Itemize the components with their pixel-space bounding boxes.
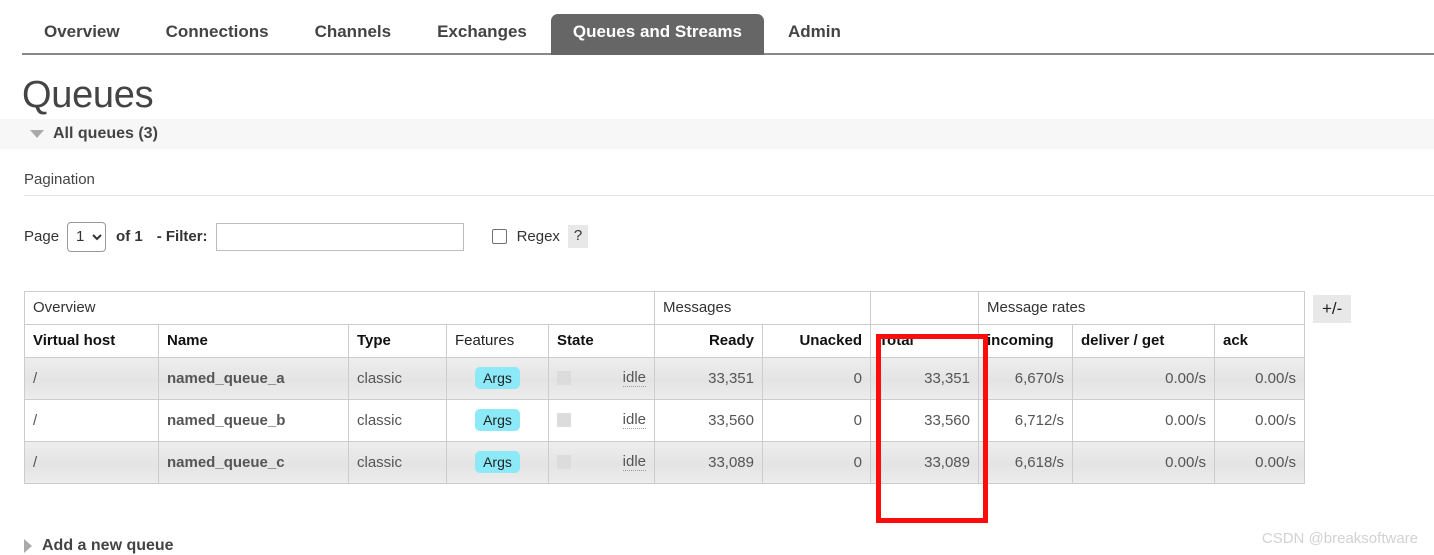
column-header-state[interactable]: State <box>548 323 655 358</box>
args-badge[interactable]: Args <box>475 367 520 390</box>
state-label: idle <box>622 369 646 388</box>
all-queues-label: All queues (3) <box>53 124 158 142</box>
cell-features: Args <box>446 440 549 484</box>
page-title: Queues <box>22 74 154 116</box>
cell-total: 33,089 <box>870 440 979 484</box>
queues-table-body: / named_queue_a classic Args idle 33,351… <box>24 356 1305 484</box>
cell-type: classic <box>348 440 447 484</box>
caret-right-icon <box>24 539 32 553</box>
cell-deliver-get: 0.00/s <box>1072 440 1215 484</box>
pagination-controls: Page 1 of 1 - Filter: Regex ? <box>24 215 1434 259</box>
cell-unacked: 0 <box>762 440 871 484</box>
cell-total: 33,351 <box>870 356 979 400</box>
column-header-features: Features <box>446 323 549 358</box>
nav-tab-overview[interactable]: Overview <box>22 14 142 53</box>
cell-incoming: 6,712/s <box>978 398 1073 442</box>
group-header-messages: Messages <box>654 290 871 325</box>
cell-incoming: 6,618/s <box>978 440 1073 484</box>
column-header-name[interactable]: Name <box>158 323 349 358</box>
nav-active-tab-gap <box>550 53 764 55</box>
cell-virtual-host: / <box>24 440 159 484</box>
cell-features: Args <box>446 356 549 400</box>
cell-ready: 33,089 <box>654 440 763 484</box>
nav-tab-admin[interactable]: Admin <box>766 14 863 53</box>
queues-table: Overview Messages Message rates Virtual … <box>24 290 1305 484</box>
page-label: Page <box>24 228 60 246</box>
all-queues-section-toggle[interactable]: All queues (3) <box>0 118 1434 149</box>
nav-tab-list: Overview Connections Channels Exchanges … <box>22 0 1434 53</box>
regex-help-button[interactable]: ? <box>567 225 589 249</box>
pagination-title: Pagination <box>24 170 95 188</box>
watermark: CSDN @breaksoftware <box>1261 530 1418 547</box>
table-row[interactable]: / named_queue_c classic Args idle 33,089… <box>24 440 1305 484</box>
group-header-message-rates: Message rates <box>978 290 1305 325</box>
table-group-header-row: Overview Messages Message rates <box>24 290 1305 325</box>
state-label: idle <box>622 453 646 472</box>
column-header-virtual-host[interactable]: Virtual host <box>24 323 159 358</box>
cell-virtual-host: / <box>24 398 159 442</box>
state-label: idle <box>622 411 646 430</box>
caret-down-icon <box>30 129 44 138</box>
toggle-columns-button[interactable]: +/- <box>1313 294 1352 324</box>
filter-label: - Filter: <box>156 228 208 246</box>
state-indicator-icon <box>557 413 571 428</box>
cell-deliver-get: 0.00/s <box>1072 356 1215 400</box>
page-of-label: of 1 <box>116 228 143 246</box>
cell-type: classic <box>348 398 447 442</box>
queues-table-area: Overview Messages Message rates Virtual … <box>24 290 1434 484</box>
cell-unacked: 0 <box>762 398 871 442</box>
args-badge[interactable]: Args <box>475 451 520 474</box>
cell-ready: 33,560 <box>654 398 763 442</box>
cell-type: classic <box>348 356 447 400</box>
cell-queue-name[interactable]: named_queue_c <box>158 440 349 484</box>
cell-state: idle <box>548 440 655 484</box>
cell-ack: 0.00/s <box>1214 440 1305 484</box>
add-new-queue-label: Add a new queue <box>42 537 174 554</box>
top-navigation: Overview Connections Channels Exchanges … <box>0 0 1434 55</box>
pagination-section: Pagination Page 1 of 1 - Filter: Regex ? <box>24 171 1434 259</box>
column-header-ready[interactable]: Ready <box>654 323 763 358</box>
cell-deliver-get: 0.00/s <box>1072 398 1215 442</box>
nav-tab-channels[interactable]: Channels <box>293 14 414 53</box>
nav-tab-queues-and-streams[interactable]: Queues and Streams <box>550 14 764 53</box>
table-row[interactable]: / named_queue_a classic Args idle 33,351… <box>24 356 1305 400</box>
column-header-incoming[interactable]: incoming <box>978 323 1073 358</box>
cell-queue-name[interactable]: named_queue_b <box>158 398 349 442</box>
cell-features: Args <box>446 398 549 442</box>
column-header-total[interactable]: Total <box>870 323 979 358</box>
state-indicator-icon <box>557 455 571 470</box>
cell-total: 33,560 <box>870 398 979 442</box>
column-header-ack[interactable]: ack <box>1214 323 1305 358</box>
column-header-unacked[interactable]: Unacked <box>762 323 871 358</box>
nav-tab-connections[interactable]: Connections <box>144 14 291 53</box>
cell-ack: 0.00/s <box>1214 398 1305 442</box>
cell-unacked: 0 <box>762 356 871 400</box>
column-header-type[interactable]: Type <box>348 323 447 358</box>
cell-virtual-host: / <box>24 356 159 400</box>
nav-tab-exchanges[interactable]: Exchanges <box>415 14 549 53</box>
cell-state: idle <box>548 398 655 442</box>
group-header-blank <box>870 290 979 325</box>
cell-incoming: 6,670/s <box>978 356 1073 400</box>
args-badge[interactable]: Args <box>475 409 520 432</box>
state-indicator-icon <box>557 371 571 386</box>
regex-checkbox[interactable] <box>491 229 507 245</box>
pagination-divider <box>24 194 1434 196</box>
filter-input[interactable] <box>215 222 464 251</box>
column-header-deliver-get[interactable]: deliver / get <box>1072 323 1215 358</box>
page-select[interactable]: 1 <box>67 221 107 252</box>
cell-queue-name[interactable]: named_queue_a <box>158 356 349 400</box>
cell-ready: 33,351 <box>654 356 763 400</box>
group-header-overview: Overview <box>24 290 655 325</box>
cell-ack: 0.00/s <box>1214 356 1305 400</box>
regex-label: Regex <box>516 228 560 246</box>
add-new-queue-toggle[interactable]: Add a new queue <box>24 537 174 555</box>
table-column-header-row: Virtual host Name Type Features State Re… <box>24 323 1305 358</box>
table-row[interactable]: / named_queue_b classic Args idle 33,560… <box>24 398 1305 442</box>
cell-state: idle <box>548 356 655 400</box>
